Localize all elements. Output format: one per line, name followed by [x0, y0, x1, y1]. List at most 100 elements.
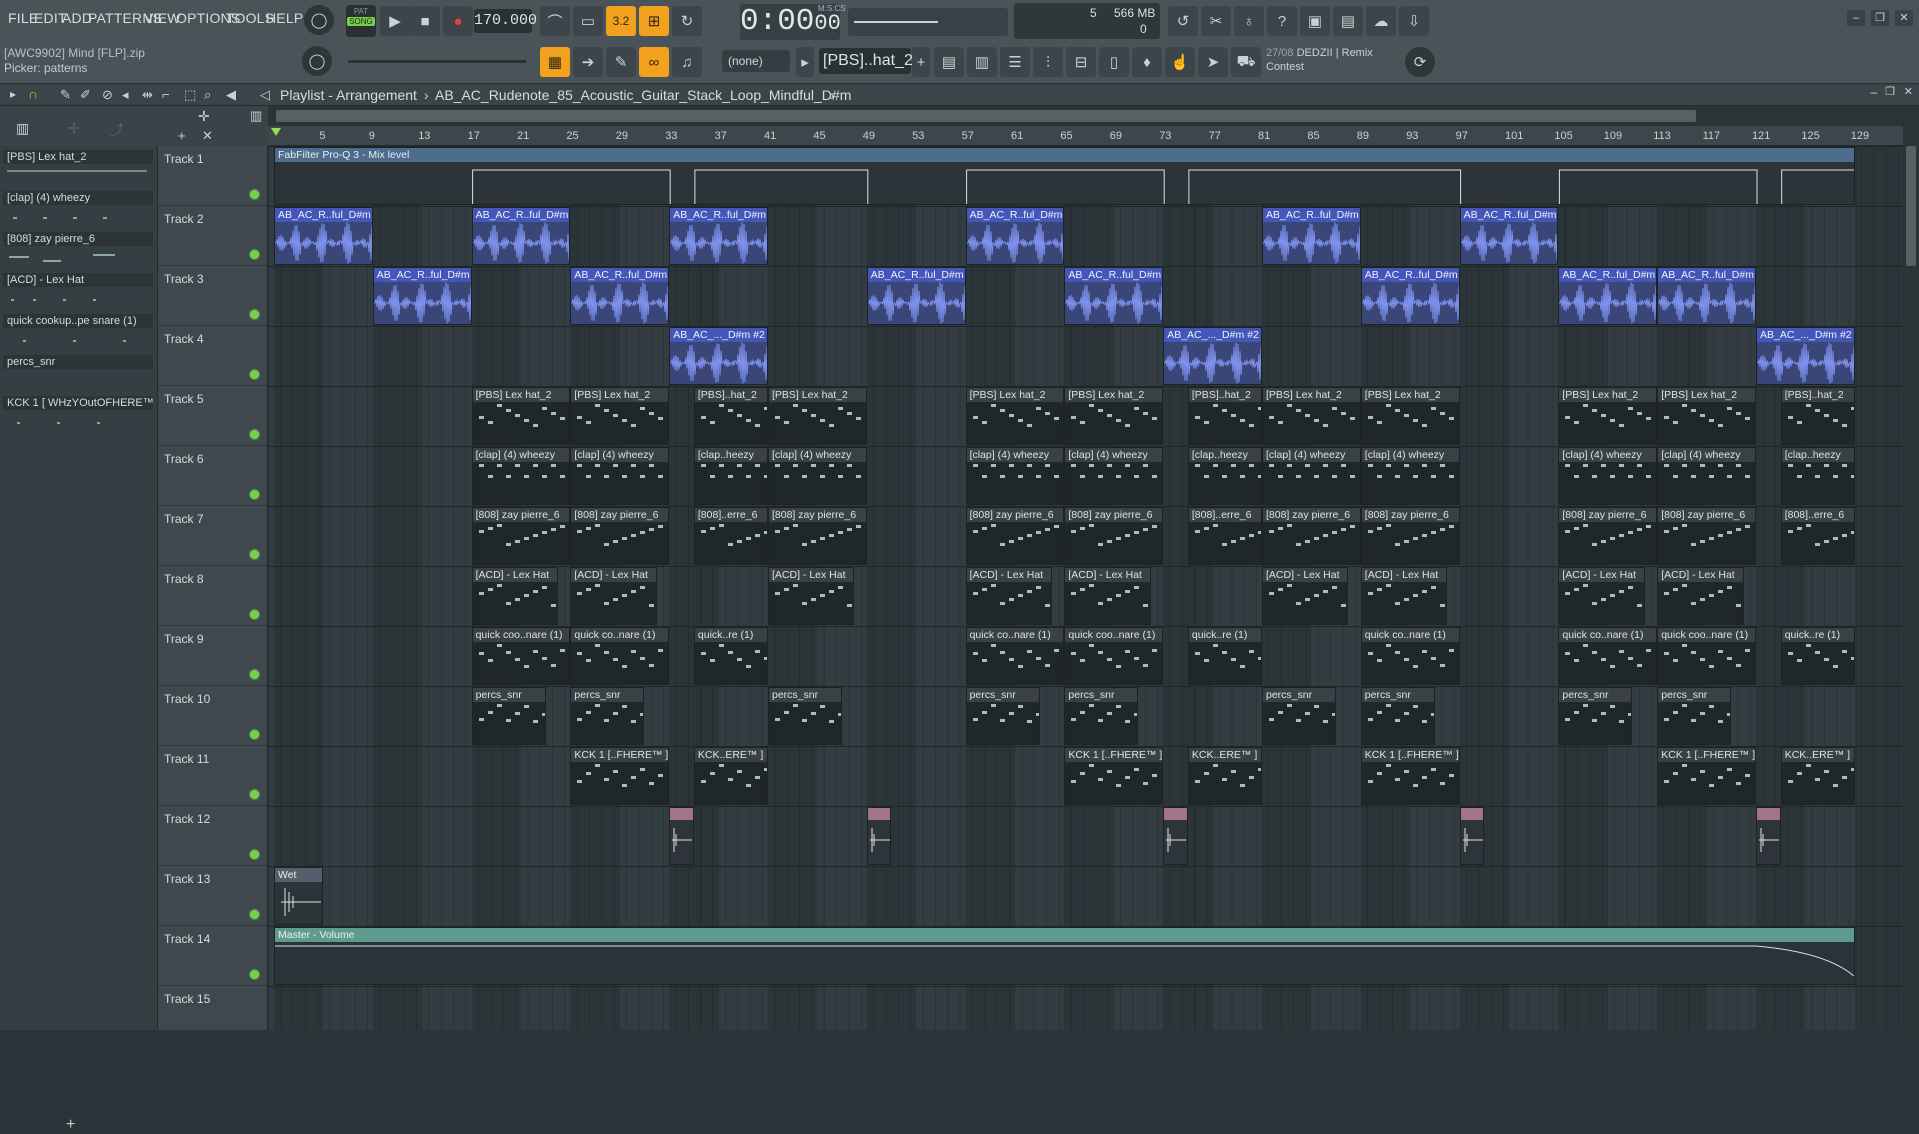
track-enable-led[interactable]: [250, 310, 259, 319]
project-icon[interactable]: ➤: [1198, 47, 1228, 77]
audio-clip[interactable]: AB_AC_R..ful_D#m: [1360, 267, 1460, 325]
paint-tool-icon[interactable]: ✐: [80, 87, 91, 103]
pattern-clip[interactable]: [ACD] - Lex Hat: [1262, 567, 1349, 625]
bell-icon[interactable]: ♫: [672, 47, 702, 77]
playlist-minimize-icon[interactable]: –: [1870, 85, 1877, 99]
automation-clip[interactable]: Wet: [274, 867, 324, 925]
picker-item[interactable]: percs_snr: [3, 355, 153, 395]
sample-clip[interactable]: [1163, 807, 1188, 865]
playlist-icon[interactable]: ▤: [934, 47, 964, 77]
cut-icon[interactable]: ✂: [1201, 6, 1231, 36]
master-pitch-slider[interactable]: [348, 60, 526, 63]
scrollbar-thumb[interactable]: [276, 110, 1696, 122]
pattern-clip[interactable]: [808] zay pierre_6: [768, 507, 867, 565]
audio-clip[interactable]: AB_AC_R..ful_D#m: [570, 267, 670, 325]
pattern-clip[interactable]: quick co..nare (1): [570, 627, 670, 685]
pattern-clip[interactable]: [PBS] Lex hat_2: [1064, 387, 1164, 445]
sample-clip[interactable]: [669, 807, 694, 865]
audio-clip[interactable]: AB_AC_R..ful_D#m: [274, 207, 373, 265]
pattern-clip[interactable]: [PBS] Lex hat_2: [570, 387, 670, 445]
pattern-clip[interactable]: quick..re (1): [1187, 627, 1262, 685]
track-header[interactable]: Track 12: [158, 806, 268, 866]
pattern-clip[interactable]: [ACD] - Lex Hat: [965, 567, 1053, 625]
pattern-clip[interactable]: [PBS] Lex hat_2: [1360, 387, 1460, 445]
restore-icon[interactable]: ❐: [1871, 10, 1889, 26]
pattern-clip[interactable]: quick co..nare (1): [1360, 627, 1460, 685]
typing-keyboard-icon[interactable]: ⌒: [540, 6, 570, 36]
undo-icon[interactable]: ↺: [1168, 6, 1198, 36]
pattern-clip[interactable]: [ACD] - Lex Hat: [1064, 567, 1151, 625]
audio-clip[interactable]: AB_AC_R..ful_D#m: [471, 207, 571, 265]
pattern-clip[interactable]: [clap] (4) wheezy: [570, 447, 670, 505]
pattern-clip[interactable]: [ACD] - Lex Hat: [768, 567, 855, 625]
refresh-news-icon[interactable]: ⟳: [1405, 47, 1435, 77]
audio-clip[interactable]: AB_AC_R..ful_D#m: [372, 267, 472, 325]
vertical-scrollbar[interactable]: [1903, 106, 1919, 1030]
mute-tool-icon[interactable]: ◂: [122, 87, 129, 103]
speaker-icon[interactable]: ◁: [260, 87, 270, 103]
track-header[interactable]: Track 9: [158, 626, 268, 686]
playhead-marker[interactable]: [271, 128, 281, 136]
pattern-clip[interactable]: KCK..ERE™ ]: [1780, 747, 1855, 805]
automation-clip[interactable]: Master - Volume: [274, 927, 1855, 985]
picker-audio-icon[interactable]: ✛: [68, 120, 80, 137]
track-enable-led[interactable]: [250, 850, 259, 859]
track-header[interactable]: Track 14: [158, 926, 268, 986]
sample-clip[interactable]: [1756, 807, 1781, 865]
add-pattern-icon[interactable]: +: [912, 47, 930, 77]
master-volume-knob[interactable]: ◯: [304, 5, 334, 35]
select-tool-icon[interactable]: ⬚: [184, 87, 196, 103]
track-enable-led[interactable]: [250, 190, 259, 199]
save-icon[interactable]: ▣: [1300, 6, 1330, 36]
metronome-button[interactable]: 3.2: [606, 6, 636, 36]
pat-song-toggle[interactable]: PAT SONG: [346, 5, 376, 37]
track-header[interactable]: Track 3: [158, 266, 268, 326]
pattern-clip[interactable]: [PBS] Lex hat_2: [1262, 387, 1361, 445]
track-header[interactable]: Track 13: [158, 866, 268, 926]
audio-clip[interactable]: AB_AC_R..ful_D#m: [1459, 207, 1559, 265]
touch-controller-icon[interactable]: ☝: [1165, 47, 1195, 77]
link-icon[interactable]: ∞: [639, 47, 669, 77]
timeline-ruler[interactable]: 5 9 13 17 21 25 29 33 37 41 45 49 53 57 61 65 69 73 77 81 85…: [268, 126, 1903, 146]
download-icon[interactable]: ⇩: [1399, 6, 1429, 36]
track-header[interactable]: Track 6: [158, 446, 268, 506]
pattern-clip[interactable]: [PBS] Lex hat_2: [1558, 387, 1658, 445]
pattern-clip[interactable]: [808] zay pierre_6: [570, 507, 670, 565]
shop-icon[interactable]: ⛟: [1231, 47, 1261, 77]
audio-clip[interactable]: AB_AC_R..ful_D#m: [1262, 207, 1361, 265]
automation-clip[interactable]: FabFilter Pro-Q 3 - Mix level: [274, 147, 1855, 205]
pattern-clip[interactable]: percs_snr: [965, 687, 1040, 745]
pattern-clip[interactable]: [ACD] - Lex Hat: [1558, 567, 1645, 625]
sample-clip[interactable]: [866, 807, 892, 865]
channel-rack-icon[interactable]: ☰: [1000, 47, 1030, 77]
track-enable-led[interactable]: [250, 730, 259, 739]
playlist-breadcrumb[interactable]: AB_AC_Rudenote_85_Acoustic_Guitar_Stack_…: [435, 87, 851, 103]
pattern-clip[interactable]: [PBS] Lex hat_2: [768, 387, 867, 445]
pattern-clip[interactable]: [clap] (4) wheezy: [768, 447, 867, 505]
pattern-clip[interactable]: KCK..ERE™ ]: [1187, 747, 1262, 805]
pattern-clip[interactable]: percs_snr: [1360, 687, 1435, 745]
audio-clip[interactable]: AB_AC_R..ful_D#m: [965, 207, 1065, 265]
pattern-prev-icon[interactable]: ▸: [796, 47, 814, 77]
playlist-close-icon[interactable]: ✕: [1904, 85, 1913, 98]
track-enable-led[interactable]: [250, 970, 259, 979]
pattern-clip[interactable]: quick coo..nare (1): [1657, 627, 1756, 685]
record-button[interactable]: ●: [443, 6, 473, 36]
track-enable-led[interactable]: [250, 550, 259, 559]
picker-automation-icon[interactable]: ⤴: [110, 120, 124, 140]
arrow-icon[interactable]: ➔: [573, 47, 603, 77]
mixer-icon[interactable]: ⫶: [1033, 47, 1063, 77]
chat-icon[interactable]: ☁: [1366, 6, 1396, 36]
pattern-clip[interactable]: [clap..heezy: [693, 447, 768, 505]
vertical-scrollbar-thumb[interactable]: [1906, 146, 1916, 266]
step-edit-icon[interactable]: ▭: [573, 6, 603, 36]
pattern-clip[interactable]: [clap..heezy: [1780, 447, 1855, 505]
track-header[interactable]: Track 7: [158, 506, 268, 566]
pattern-clip[interactable]: [PBS]..hat_2: [693, 387, 768, 445]
snap-icon[interactable]: ∩: [28, 86, 38, 102]
pattern-clip[interactable]: percs_snr: [1064, 687, 1139, 745]
breadcrumb-arrow[interactable]: ›: [830, 87, 835, 103]
pattern-clip[interactable]: [808]..erre_6: [693, 507, 768, 565]
pattern-clip[interactable]: [ACD] - Lex Hat: [570, 567, 657, 625]
track-enable-led[interactable]: [250, 250, 259, 259]
